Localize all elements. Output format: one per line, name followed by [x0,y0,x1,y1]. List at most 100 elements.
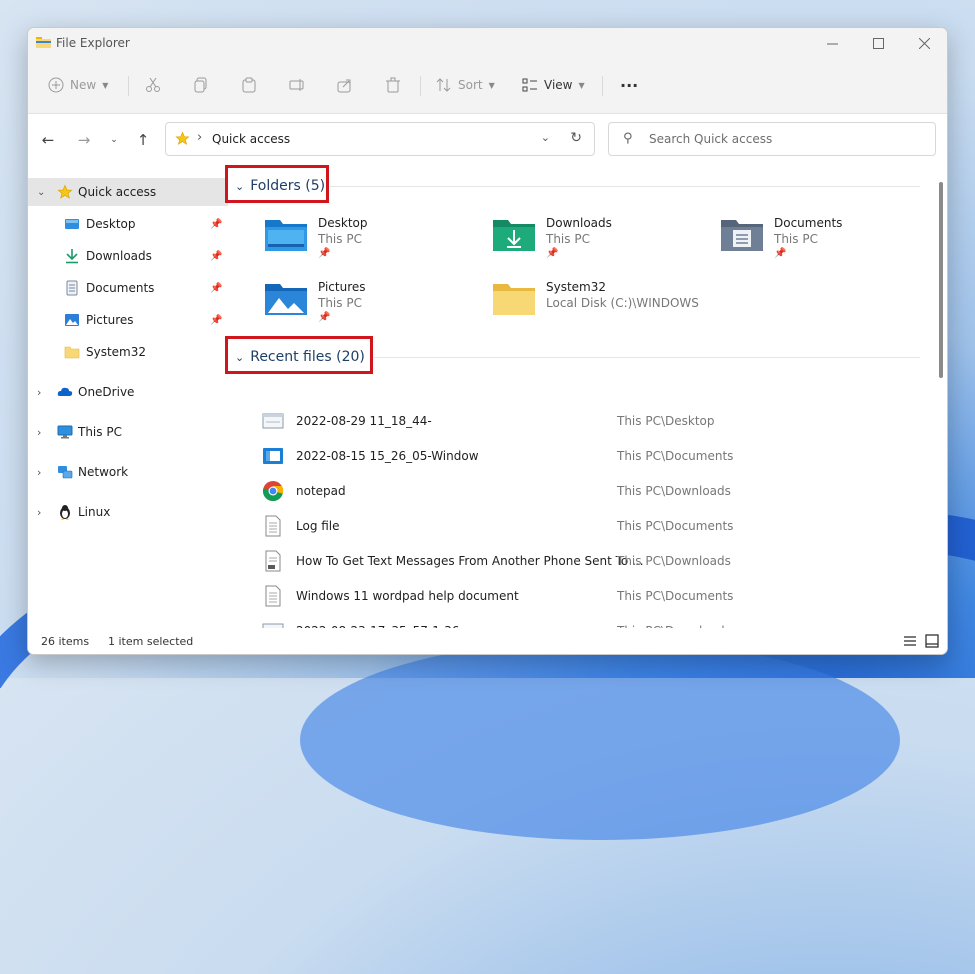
folder-name: Pictures [318,280,366,294]
arrow-up-icon: ↑ [136,131,150,149]
view-label: View [544,78,573,92]
recent-file-row[interactable]: How To Get Text Messages From Another Ph… [262,547,902,575]
pin-icon[interactable]: 📌 [210,283,222,294]
recent-file-row[interactable]: 2022-08-15 15_26_05-Window This PC\Docum… [262,442,902,470]
sort-button[interactable]: Sort ▼ [436,72,495,98]
copy-icon [194,77,207,93]
chevron-right-icon[interactable]: › [37,426,41,439]
sidebar-item-network[interactable]: › Network [28,458,228,486]
pin-icon[interactable]: 📌 [210,219,222,230]
item-count: 26 items [41,635,90,648]
chevron-right-icon[interactable]: › [37,386,41,399]
monitor-icon [57,425,73,439]
title-bar[interactable]: File Explorer [28,28,947,58]
star-icon [57,184,73,199]
back-button[interactable]: ← [38,130,58,150]
pin-icon[interactable]: 📌 [210,251,222,262]
sidebar-item-label: Downloads [86,249,152,263]
status-bar: 26 items 1 item selected [28,628,947,654]
maximize-button[interactable] [855,28,901,58]
close-icon [918,37,930,49]
sidebar-item-label: System32 [86,345,147,359]
share-button[interactable] [337,72,353,98]
more-options-button[interactable]: ··· [620,72,638,98]
cloud-icon [57,387,73,396]
sidebar-item-desktop[interactable]: Desktop 📌 [28,210,228,238]
folder-tile-desktop[interactable]: Desktop This PC 📌 [264,216,484,272]
highlight-box-recent-files [225,336,373,374]
sidebar-item-onedrive[interactable]: › OneDrive [28,378,228,406]
paste-button[interactable] [241,72,257,98]
address-dropdown-icon[interactable]: ⌄ [541,131,550,144]
documents-folder-icon [721,220,763,251]
toolbar-divider [602,76,603,96]
sidebar-item-label: OneDrive [78,385,135,399]
scrollbar-thumb[interactable] [939,182,943,378]
sort-icon [436,78,451,92]
pictures-folder-icon [265,284,307,315]
chevron-right-icon[interactable]: › [37,466,41,479]
view-button[interactable]: View ▼ [522,72,585,98]
folder-name: System32 [546,280,607,294]
section-divider [374,357,920,358]
chevron-down-icon[interactable]: ⌄ [37,187,45,198]
refresh-icon[interactable]: ↻ [570,130,582,146]
recent-file-row[interactable]: Log file This PC\Documents [262,512,902,540]
sidebar-item-quick-access[interactable]: ⌄ Quick access [28,178,228,206]
recent-file-row[interactable]: 2022-08-29 11_18_44- This PC\Desktop [262,407,902,435]
folder-tile-pictures[interactable]: Pictures This PC 📌 [264,280,484,336]
navigation-pane: ⌄ Quick access Desktop 📌 Downloads 📌 Doc… [28,174,228,629]
recent-file-name: 2022-08-15 15_26_05-Window [296,449,479,463]
address-location[interactable]: Quick access [212,132,290,146]
recent-file-name: Log file [296,519,340,533]
sidebar-item-label: Desktop [86,217,136,231]
sidebar-item-label: Network [78,465,129,479]
up-button[interactable]: ↑ [133,130,153,150]
folder-tile-documents[interactable]: Documents This PC 📌 [720,216,940,272]
sidebar-item-linux[interactable]: › Linux [28,498,228,526]
copy-button[interactable] [193,72,209,98]
content-pane: ⌄ Folders (5) Desktop This PC 📌 Download… [225,165,928,639]
close-button[interactable] [901,28,947,58]
chevron-right-icon[interactable]: › [37,506,41,519]
address-bar[interactable]: › Quick access ⌄ ↻ [165,122,595,156]
search-box[interactable]: ⚲ Search Quick access [608,122,936,156]
sidebar-item-label: Quick access [78,185,157,199]
tiles-view-icon[interactable] [925,634,939,648]
new-button[interactable]: New ▼ [48,72,108,98]
highlight-box-folders [225,165,329,203]
toolbar-divider [420,76,421,96]
sidebar-item-system32[interactable]: System32 [28,338,228,366]
folder-tile-system32[interactable]: System32 Local Disk (C:)\WINDOWS [492,280,712,336]
rename-button[interactable] [289,72,305,98]
delete-button[interactable] [385,72,401,98]
sidebar-item-documents[interactable]: Documents 📌 [28,274,228,302]
sidebar-item-this-pc[interactable]: › This PC [28,418,228,446]
download-icon [66,249,78,264]
details-view-icon[interactable] [903,634,917,648]
doc-file-icon [265,550,281,572]
sidebar-item-downloads[interactable]: Downloads 📌 [28,242,228,270]
file-explorer-icon [36,37,51,48]
search-input[interactable]: Search Quick access [649,132,772,146]
share-icon [337,79,351,93]
recent-file-row[interactable]: notepad This PC\Downloads [262,477,902,505]
more-options-icon: ··· [620,75,639,95]
minimize-button[interactable] [809,28,855,58]
sidebar-item-pictures[interactable]: Pictures 📌 [28,306,228,334]
chevron-down-icon: ⌄ [110,135,118,145]
cut-button[interactable] [145,72,161,98]
pin-icon[interactable]: 📌 [210,315,222,326]
sort-label: Sort [458,78,483,92]
recent-file-location: This PC\Downloads [617,554,731,568]
paste-icon [242,77,256,93]
penguin-icon [60,505,70,520]
recent-file-row[interactable]: Windows 11 wordpad help document This PC… [262,582,902,610]
folder-location: This PC [318,296,362,310]
forward-button[interactable]: → [74,130,94,150]
folder-tile-downloads[interactable]: Downloads This PC 📌 [492,216,712,272]
vertical-scrollbar[interactable] [939,174,943,634]
pin-icon: 📌 [318,248,331,259]
folder-name: Downloads [546,216,612,230]
recent-locations-button[interactable]: ⌄ [104,130,124,150]
